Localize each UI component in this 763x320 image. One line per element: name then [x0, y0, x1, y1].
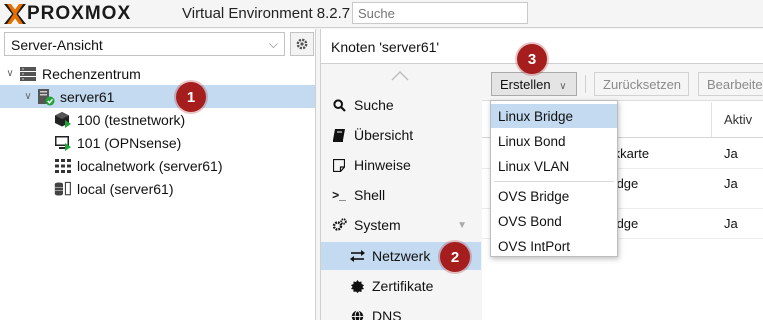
certificate-icon — [349, 279, 365, 293]
tree-item-container-100[interactable]: 100 (testnetwork) — [54, 108, 312, 131]
nav-item-notes[interactable]: Hinweise — [321, 151, 481, 179]
gear-icon — [296, 38, 308, 50]
callout-badge-2: 2 — [440, 242, 470, 272]
cell-active: Ja — [724, 146, 738, 161]
create-dropdown-menu: Linux Bridge Linux Bond Linux VLAN OVS B… — [490, 100, 618, 257]
search-input[interactable] — [352, 2, 528, 24]
cell-active: Ja — [724, 216, 738, 231]
collapse-caret-icon[interactable]: ▼ — [457, 220, 467, 231]
container-icon — [54, 111, 72, 128]
resource-tree-panel: Server-Ansicht ⌵ ∨ Rechenzentrum ∨ serve… — [0, 29, 316, 320]
chevron-down-icon: ∨ — [559, 81, 567, 92]
top-bar: PROXMOX Virtual Environment 8.2.7 — [0, 0, 763, 28]
nav-item-label: Zertifikate — [372, 278, 434, 294]
book-icon — [331, 128, 347, 142]
menu-item-ovs-bridge[interactable]: OVS Bridge — [491, 184, 617, 208]
datacenter-icon — [19, 66, 37, 82]
nav-item-search[interactable]: Suche — [321, 91, 481, 119]
view-select-value: Server-Ansicht — [11, 37, 103, 53]
callout-badge-1: 1 — [176, 82, 206, 112]
tree-item-label: local (server61) — [77, 180, 174, 197]
nav-item-label: DNS — [372, 308, 402, 320]
menu-item-ovs-intport[interactable]: OVS IntPort — [491, 234, 617, 258]
exchange-icon — [349, 250, 365, 262]
nav-item-system[interactable]: System ▼ — [321, 211, 481, 239]
callout-badge-3: 3 — [517, 44, 547, 74]
menu-item-linux-bond[interactable]: Linux Bond — [491, 129, 617, 153]
nav-item-label: Suche — [354, 97, 394, 113]
nav-item-shell[interactable]: >_ Shell — [321, 181, 481, 209]
tree-item-server61[interactable]: ∨ server61 — [0, 85, 315, 108]
create-button[interactable]: Erstellen ∨ — [491, 72, 577, 96]
tree-item-label: Rechenzentrum — [42, 65, 141, 82]
proxmox-x-icon — [4, 4, 26, 24]
brand-name: PROXMOX — [27, 3, 132, 24]
reset-button-label: Zurücksetzen — [603, 77, 682, 92]
edit-button[interactable]: Bearbeiten — [698, 72, 763, 96]
nav-item-label: System — [354, 217, 401, 233]
collapse-toggle-icon[interactable]: ∨ — [4, 68, 16, 79]
tree-item-label: server61 — [60, 88, 115, 105]
tree-item-local-storage[interactable]: local (server61) — [54, 177, 312, 200]
chevron-down-icon[interactable]: ⌵ — [269, 37, 278, 52]
network-grid-icon — [54, 158, 72, 174]
menu-item-linux-bridge[interactable]: Linux Bridge — [491, 104, 617, 128]
tree-item-vm-101[interactable]: 101 (OPNsense) — [54, 131, 312, 154]
scroll-up-arrow-icon[interactable] — [391, 71, 409, 81]
cogs-icon — [331, 218, 347, 232]
nav-item-label: Übersicht — [354, 127, 414, 143]
view-select[interactable]: Server-Ansicht ⌵ — [4, 32, 285, 56]
tree-settings-button[interactable] — [290, 32, 314, 56]
tree-item-datacenter[interactable]: ∨ Rechenzentrum — [4, 62, 312, 85]
collapse-toggle-icon[interactable]: ∨ — [22, 91, 34, 102]
column-separator[interactable] — [711, 102, 712, 138]
nav-item-label: Shell — [354, 187, 386, 203]
toolbar-separator — [585, 75, 586, 93]
tree-item-label: 100 (testnetwork) — [77, 111, 186, 128]
server-node-icon — [37, 88, 55, 105]
nav-item-label: Hinweise — [354, 157, 411, 173]
nav-item-label: Netzwerk — [372, 248, 431, 264]
tree-item-label: 101 (OPNsense) — [77, 134, 182, 151]
nav-item-certificates[interactable]: Zertifikate — [321, 272, 481, 300]
storage-icon — [54, 181, 72, 197]
menu-separator — [494, 181, 614, 182]
column-header-active[interactable]: Aktiv — [724, 112, 752, 127]
menu-item-ovs-bond[interactable]: OVS Bond — [491, 209, 617, 233]
product-version: Virtual Environment 8.2.7 — [182, 5, 351, 22]
edit-button-label: Bearbeiten — [707, 77, 763, 92]
globe-icon — [349, 310, 365, 320]
node-nav-menu: Suche Übersicht Hinweise >_ Shell System… — [321, 65, 481, 320]
create-button-label: Erstellen — [500, 77, 551, 92]
terminal-icon: >_ — [332, 188, 346, 202]
reset-button[interactable]: Zurücksetzen — [594, 72, 689, 96]
proxmox-logo[interactable]: PROXMOX — [4, 3, 131, 25]
tree-item-label: localnetwork (server61) — [77, 157, 223, 174]
nav-item-dns[interactable]: DNS — [321, 302, 481, 320]
notes-icon — [331, 158, 347, 172]
menu-item-linux-vlan[interactable]: Linux VLAN — [491, 154, 617, 178]
vm-monitor-icon — [54, 135, 72, 151]
tree-item-localnetwork[interactable]: localnetwork (server61) — [54, 154, 312, 177]
cell-active: Ja — [724, 176, 738, 191]
search-icon — [331, 98, 347, 112]
nav-item-overview[interactable]: Übersicht — [321, 121, 481, 149]
